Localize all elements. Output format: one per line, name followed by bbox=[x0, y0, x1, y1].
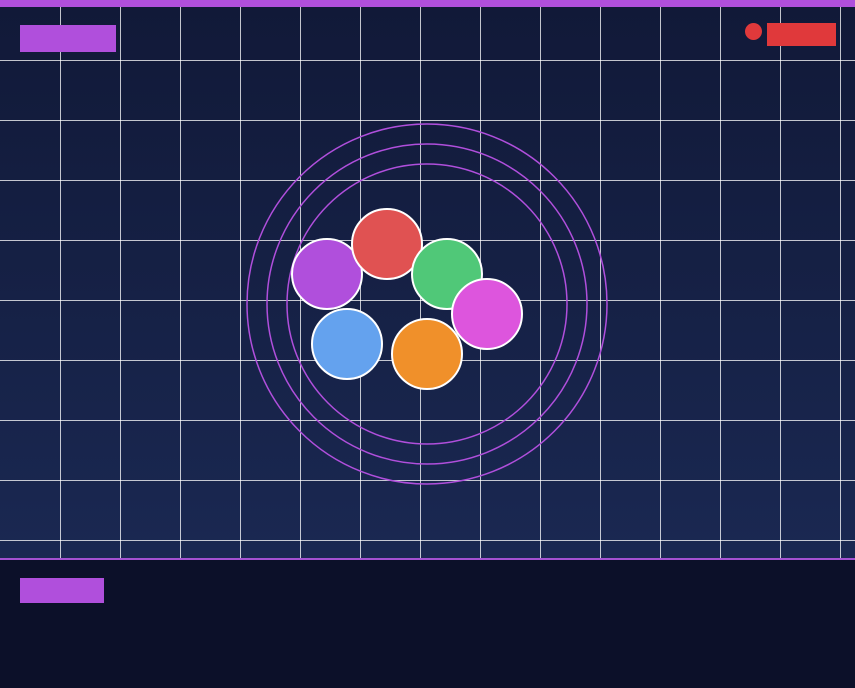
blue-ball[interactable] bbox=[311, 308, 383, 380]
magenta-ball[interactable] bbox=[451, 278, 523, 350]
orange-ball[interactable] bbox=[391, 318, 463, 390]
ball-cluster[interactable] bbox=[291, 208, 523, 390]
record-indicator-icon bbox=[745, 23, 762, 40]
record-label bbox=[767, 23, 836, 46]
panel-button[interactable] bbox=[20, 578, 104, 603]
game-arena[interactable] bbox=[0, 7, 855, 558]
title-label bbox=[20, 25, 116, 52]
top-accent-bar bbox=[0, 0, 855, 7]
arena-canvas[interactable] bbox=[0, 7, 855, 558]
control-panel bbox=[0, 560, 855, 688]
